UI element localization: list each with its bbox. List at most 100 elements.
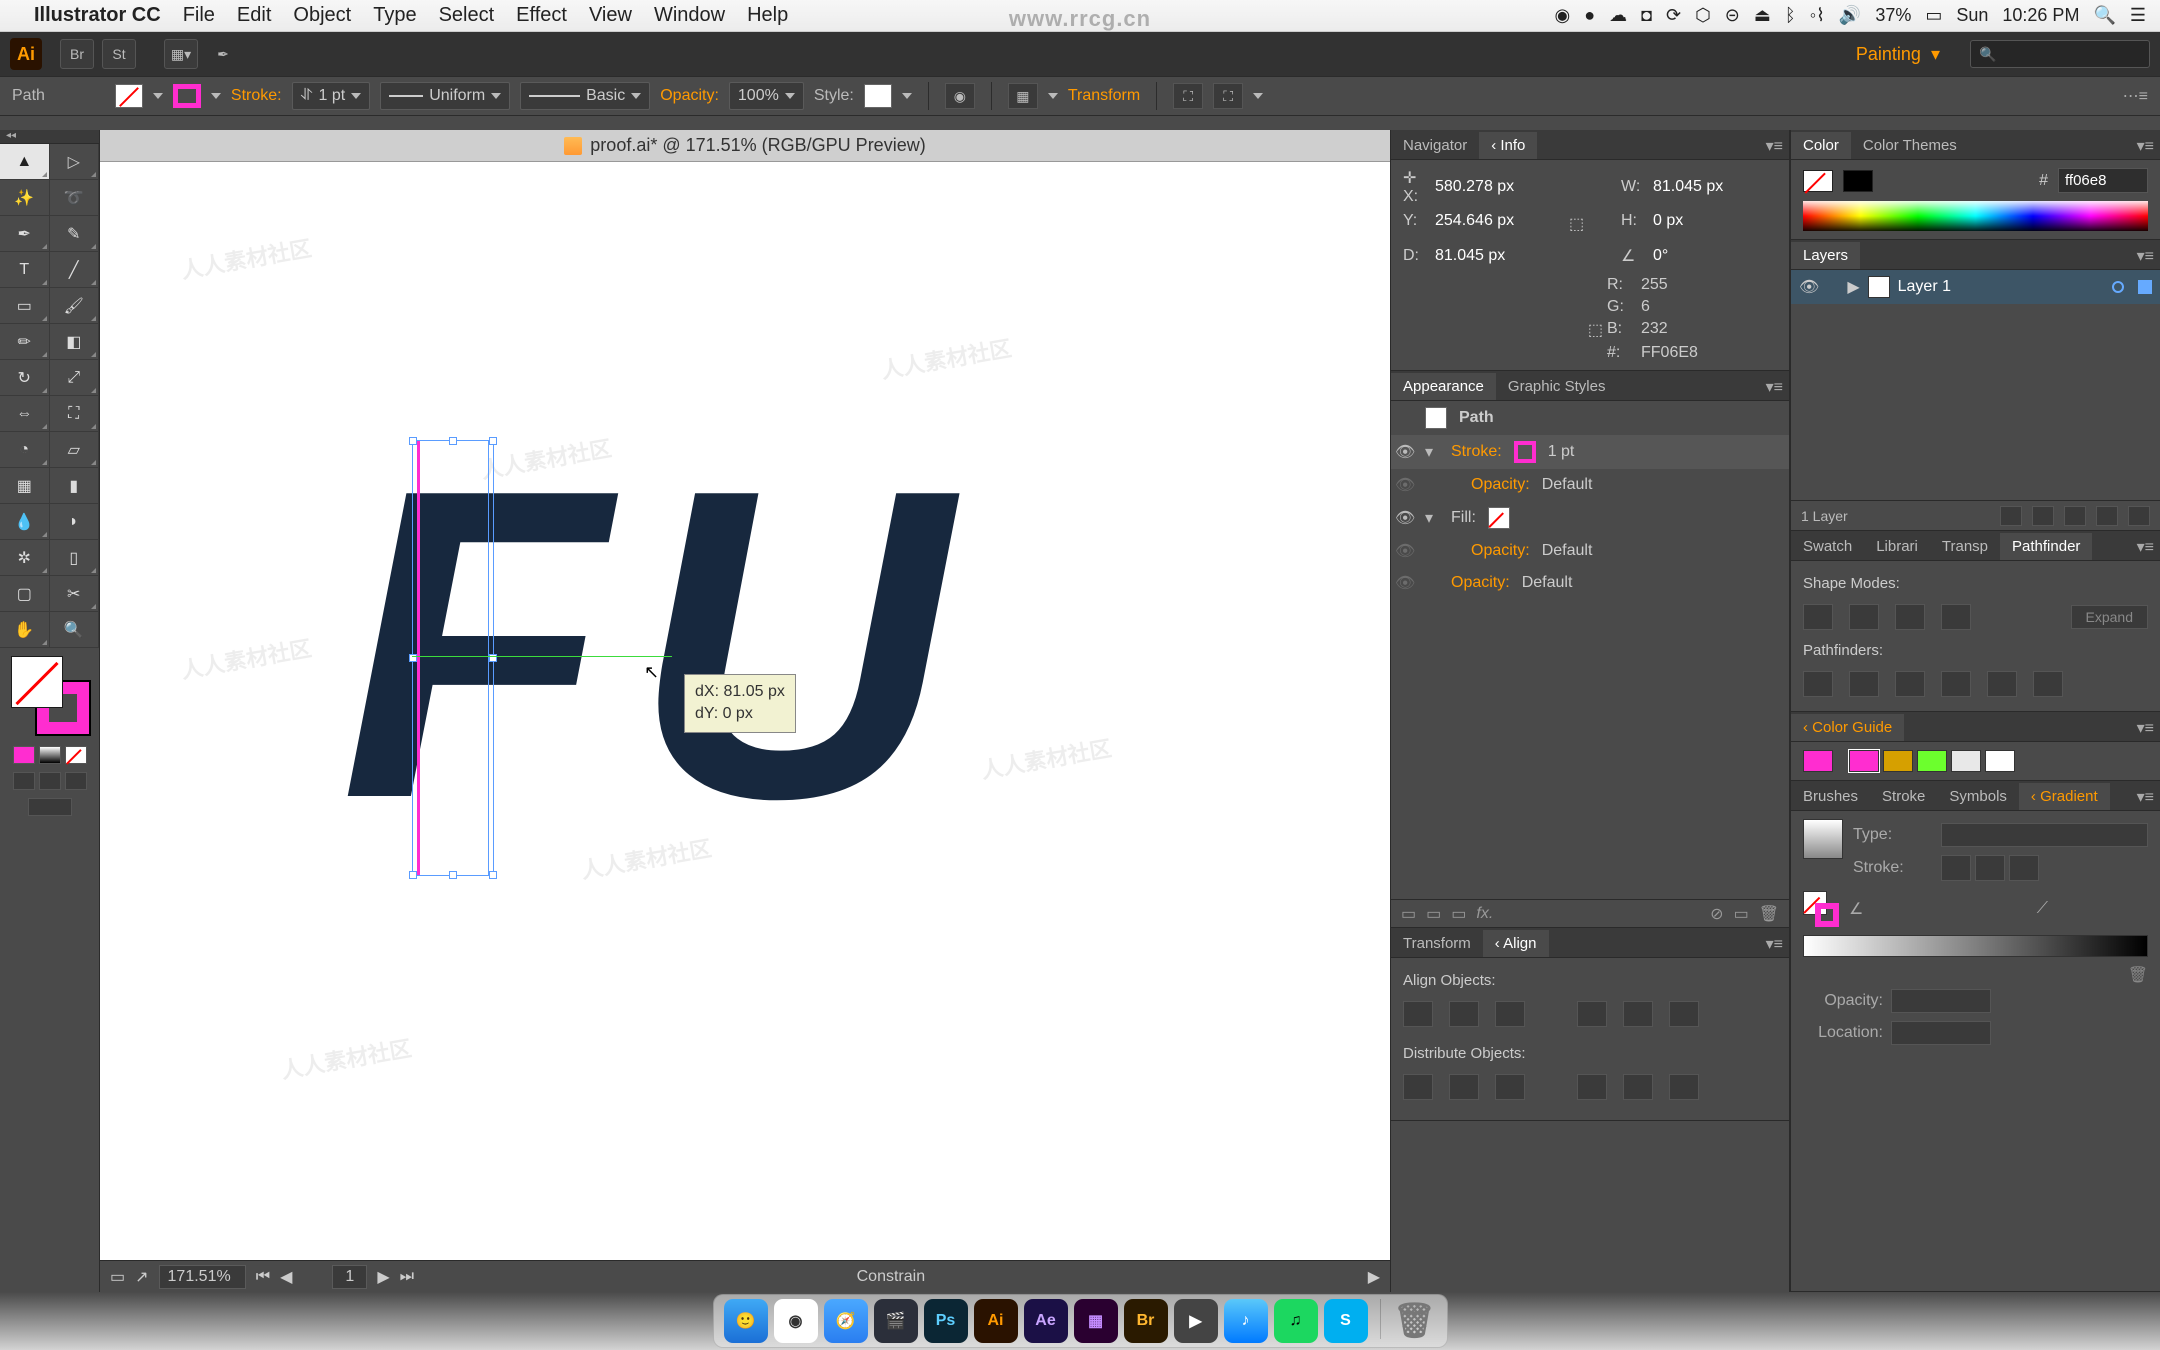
magic-wand-tool[interactable]: ✨ (0, 180, 50, 216)
zoom-select[interactable]: 171.51% (159, 1265, 246, 1289)
clock-day[interactable]: Sun (1956, 5, 1988, 26)
gradient-mode[interactable] (39, 746, 61, 764)
align-top[interactable] (1577, 1001, 1607, 1027)
visibility-toggle[interactable]: 👁 (1799, 277, 1819, 297)
dock-bridge[interactable]: Br (1124, 1299, 1168, 1343)
panel-menu-icon[interactable]: ▾≡ (1766, 377, 1783, 397)
swatches-tab[interactable]: Swatch (1791, 533, 1864, 560)
spectrum-picker[interactable] (1803, 201, 2148, 231)
duplicate-button[interactable]: ▭ (1734, 904, 1749, 924)
chevron-down-icon[interactable] (211, 93, 221, 99)
app-name[interactable]: Illustrator CC (34, 4, 161, 27)
visibility-toggle[interactable]: 👁 (1395, 442, 1413, 462)
scroll-right[interactable]: ▶ (1368, 1267, 1380, 1287)
fill-color-icon[interactable] (11, 656, 63, 708)
transform-label[interactable]: Transform (1068, 87, 1140, 105)
stroke-link[interactable]: Stroke: (1451, 443, 1502, 461)
line-tool[interactable]: ╱ (50, 252, 100, 288)
width-tool[interactable]: ⇔ (0, 396, 50, 432)
base-color[interactable] (1803, 750, 1833, 772)
blend-tool[interactable]: ◗ (50, 504, 100, 540)
menu-view[interactable]: View (589, 4, 632, 27)
brush-select[interactable]: Basic (520, 82, 650, 110)
libraries-tab[interactable]: Librari (1864, 533, 1930, 560)
visibility-toggle[interactable]: 👁 (1395, 508, 1413, 528)
menu-select[interactable]: Select (439, 4, 495, 27)
align-tab[interactable]: ‹ Align (1483, 930, 1549, 957)
dock-quicktime[interactable]: ▶ (1174, 1299, 1218, 1343)
stroke-weight-input[interactable]: ⥯ 1 pt (292, 82, 371, 110)
graphic-styles-tab[interactable]: Graphic Styles (1496, 373, 1618, 400)
layer-row[interactable]: 👁 ▶ Layer 1 (1791, 270, 2160, 304)
align-vcenter[interactable] (1623, 1001, 1653, 1027)
dock-skype[interactable]: S (1324, 1299, 1368, 1343)
artboard-tool[interactable]: ▢ (0, 576, 50, 612)
disclosure-icon[interactable]: ▾ (1425, 508, 1439, 528)
opacity-link[interactable]: Opacity: (1451, 574, 1510, 592)
appearance-tab[interactable]: Appearance (1391, 373, 1496, 400)
menu-window[interactable]: Window (654, 4, 725, 27)
toolbox-collapse[interactable]: ◂◂ (0, 130, 99, 144)
color-themes-tab[interactable]: Color Themes (1851, 132, 1969, 159)
volume-icon[interactable]: 🔊 (1839, 5, 1861, 26)
menu-edit[interactable]: Edit (237, 4, 271, 27)
menu-help[interactable]: Help (747, 4, 788, 27)
add-effect-button[interactable]: fx. (1476, 905, 1493, 923)
opacity-link[interactable]: Opacity: (1471, 542, 1530, 560)
dock-mediaencoder[interactable]: ▦ (1074, 1299, 1118, 1343)
delete-stop[interactable]: 🗑 (2128, 965, 2148, 985)
panel-menu-icon[interactable]: ⋯≡ (2123, 86, 2148, 106)
layer-name[interactable]: Layer 1 (1898, 278, 1951, 296)
chevron-down-icon[interactable] (153, 93, 163, 99)
color-tab[interactable]: Color (1791, 132, 1851, 159)
opacity-link[interactable]: Opacity: (1471, 476, 1530, 494)
dist-right[interactable] (1669, 1074, 1699, 1100)
align-panel-button[interactable]: ▦ (1008, 83, 1038, 109)
add-fill-button[interactable]: ▭ (1451, 904, 1466, 924)
gradient-aspect[interactable] (2058, 896, 2148, 922)
panel-menu-icon[interactable]: ▾≡ (2137, 246, 2154, 266)
document-tab[interactable]: proof.ai* @ 171.51% (RGB/GPU Preview) (100, 130, 1390, 162)
dock-itunes[interactable]: ♪ (1224, 1299, 1268, 1343)
gpu-button[interactable]: ✒ (206, 39, 240, 69)
gradient-type-select[interactable] (1941, 823, 2148, 847)
artboard-number[interactable]: 1 (332, 1265, 367, 1289)
gradient-tab[interactable]: ‹ Gradient (2019, 783, 2110, 810)
guide-sw[interactable] (1917, 750, 1947, 772)
record-icon[interactable]: ◘ (1641, 5, 1652, 26)
clock-time[interactable]: 10:26 PM (2002, 5, 2079, 26)
dist-vcenter[interactable] (1449, 1074, 1479, 1100)
unite[interactable] (1803, 604, 1833, 630)
expand-button[interactable]: Expand (2071, 605, 2148, 629)
panel-menu-icon[interactable]: ▾≡ (2137, 718, 2154, 738)
layers-tab[interactable]: Layers (1791, 242, 1860, 269)
dock-safari[interactable]: 🧭 (824, 1299, 868, 1343)
crop[interactable] (1941, 671, 1971, 697)
curvature-tool[interactable]: ✎ (50, 216, 100, 252)
dist-bottom[interactable] (1495, 1074, 1525, 1100)
draw-normal[interactable] (13, 772, 35, 790)
add-stroke-button[interactable]: ▭ (1426, 904, 1441, 924)
stop-opacity[interactable] (1891, 989, 1991, 1013)
search-input[interactable] (1970, 40, 2150, 68)
perspective-tool[interactable]: ▱ (50, 432, 100, 468)
pathfinder-tab[interactable]: Pathfinder (2000, 533, 2092, 560)
gradient-slider[interactable] (1803, 935, 2148, 957)
dist-hcenter[interactable] (1623, 1074, 1653, 1100)
color-mode[interactable] (13, 746, 35, 764)
opacity-input[interactable]: 100% (729, 82, 804, 110)
dock-aftereffects[interactable]: Ae (1024, 1299, 1068, 1343)
exclude[interactable] (1941, 604, 1971, 630)
shape-builder-tool[interactable]: ◔ (0, 432, 50, 468)
intersect[interactable] (1895, 604, 1925, 630)
color-guide-tab[interactable]: ‹ Color Guide (1791, 714, 1904, 741)
stroke-tab[interactable]: Stroke (1870, 783, 1937, 810)
direct-selection-tool[interactable]: ▷ (50, 144, 100, 180)
align-bottom[interactable] (1669, 1001, 1699, 1027)
align-left[interactable] (1403, 1001, 1433, 1027)
panel-menu-icon[interactable]: ▾≡ (2137, 136, 2154, 156)
rotate-tool[interactable]: ↻ (0, 360, 50, 396)
none-mode[interactable] (65, 746, 87, 764)
slice-tool[interactable]: ✂ (50, 576, 100, 612)
lasso-tool[interactable]: ➰ (50, 180, 100, 216)
